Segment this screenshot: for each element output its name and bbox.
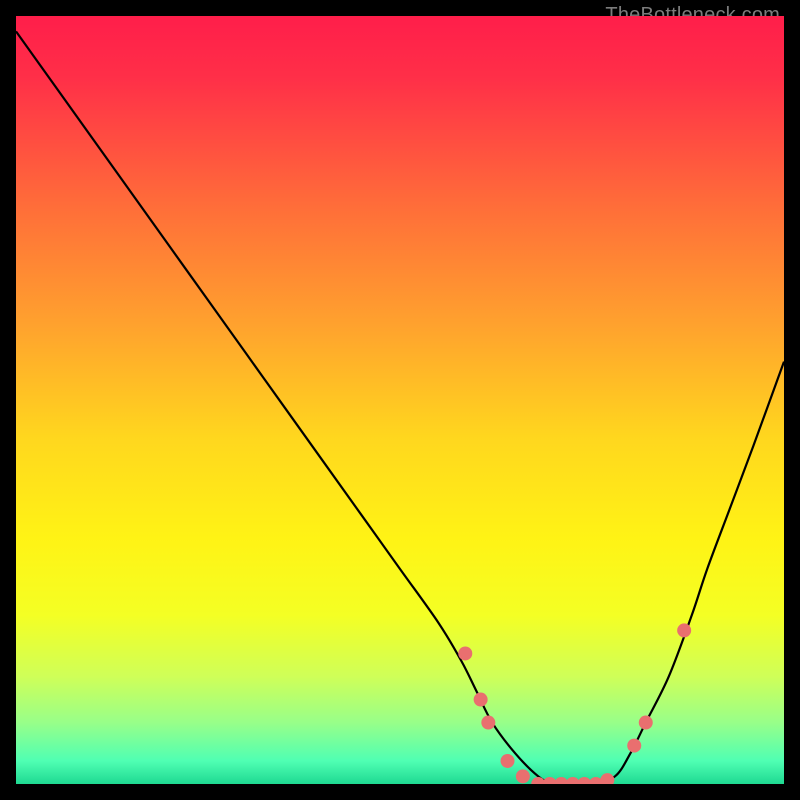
marker-dot <box>481 716 495 730</box>
marker-dot <box>458 646 472 660</box>
marker-dot <box>516 769 530 783</box>
marker-dot <box>501 754 515 768</box>
curve-layer <box>16 16 784 784</box>
marker-dot <box>639 716 653 730</box>
bottleneck-chart: TheBottleneck.com <box>0 0 800 800</box>
plot-area <box>16 16 784 784</box>
marker-dot <box>474 693 488 707</box>
bottleneck-curve <box>16 31 784 784</box>
marker-dot <box>627 739 641 753</box>
marker-dot <box>600 773 614 784</box>
marker-dot <box>677 623 691 637</box>
